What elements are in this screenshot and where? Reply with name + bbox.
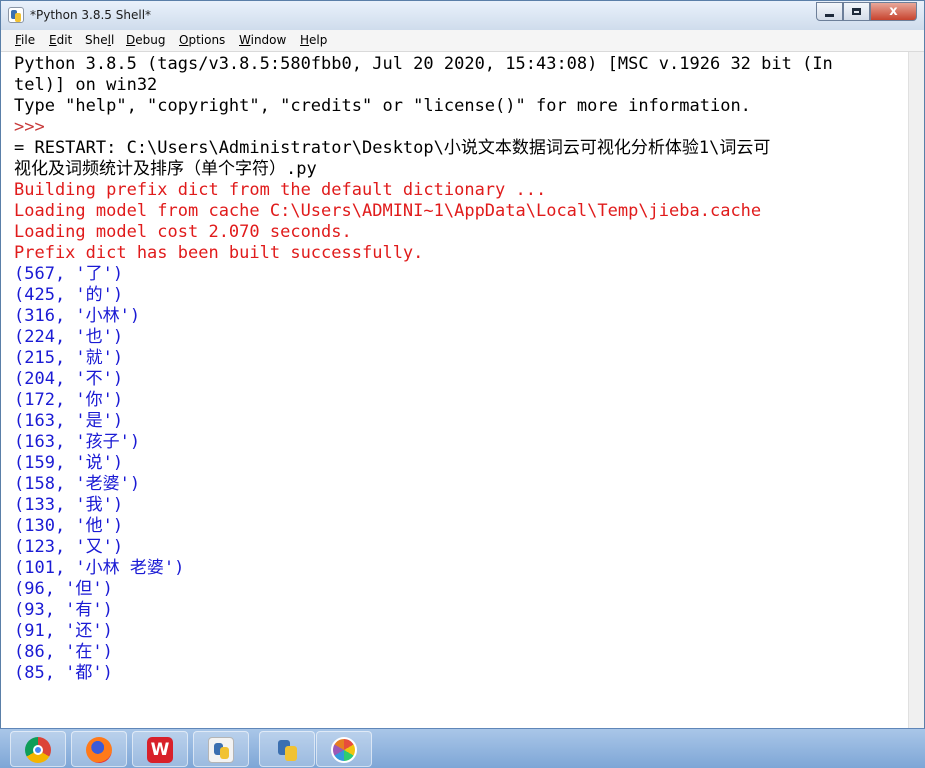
menu-shell[interactable]: Shell <box>85 33 114 47</box>
idle-shell-window: *Python 3.8.5 Shell* x File Edit Shell D… <box>0 0 925 728</box>
menu-file[interactable]: File <box>15 33 35 47</box>
shell-line: Building prefix dict from the default di… <box>14 180 547 200</box>
shell-line: (130, '他') <box>14 516 124 536</box>
shell-line: (567, '了') <box>14 264 124 284</box>
shell-line: (316, '小林') <box>14 306 141 326</box>
menu-bar: File Edit Shell Debug Options Window Hel… <box>1 30 924 52</box>
taskbar-chrome-button[interactable] <box>10 731 66 767</box>
shell-line: Python 3.8.5 (tags/v3.8.5:580fbb0, Jul 2… <box>14 54 833 74</box>
minimize-button[interactable] <box>816 2 843 21</box>
close-icon: x <box>889 4 898 19</box>
shell-line: 视化及词频统计及排序（单个字符）.py <box>14 159 317 179</box>
shell-line: (163, '孩子') <box>14 432 141 452</box>
launcher-icon <box>274 737 300 763</box>
shell-line: (85, '都') <box>14 663 113 683</box>
shell-line: Type "help", "copyright", "credits" or "… <box>14 96 751 116</box>
python-icon <box>208 737 234 763</box>
taskbar-wps-button[interactable]: W <box>132 731 188 767</box>
menu-window[interactable]: Window <box>239 33 286 47</box>
shell-line: (159, '说') <box>14 453 124 473</box>
taskbar-python-button[interactable] <box>193 731 249 767</box>
pinwheel-icon <box>331 737 357 763</box>
shell-line: >>> <box>14 117 55 137</box>
python-idle-icon <box>8 7 24 23</box>
shell-line: (96, '但') <box>14 579 113 599</box>
taskbar-pinwheel-button[interactable] <box>316 731 372 767</box>
shell-line: (163, '是') <box>14 411 124 431</box>
maximize-button[interactable] <box>843 2 870 21</box>
shell-line: Loading model from cache C:\Users\ADMINI… <box>14 201 762 221</box>
menu-options[interactable]: Options <box>179 33 225 47</box>
shell-output: Python 3.8.5 (tags/v3.8.5:580fbb0, Jul 2… <box>14 54 833 684</box>
title-bar[interactable]: *Python 3.8.5 Shell* x <box>1 1 924 31</box>
maximize-icon <box>852 8 861 15</box>
shell-line: (133, '我') <box>14 495 124 515</box>
shell-line: Loading model cost 2.070 seconds. <box>14 222 352 242</box>
shell-line: (224, '也') <box>14 327 124 347</box>
shell-line: (123, '又') <box>14 537 124 557</box>
vertical-scrollbar[interactable] <box>908 52 924 728</box>
shell-line: (101, '小林 老婆') <box>14 558 185 578</box>
menu-edit[interactable]: Edit <box>49 33 72 47</box>
shell-line: (158, '老婆') <box>14 474 141 494</box>
firefox-icon <box>86 737 112 763</box>
shell-line: (215, '就') <box>14 348 124 368</box>
window-title: *Python 3.8.5 Shell* <box>30 8 152 22</box>
shell-line: tel)] on win32 <box>14 75 158 95</box>
shell-line: = RESTART: C:\Users\Administrator\Deskto… <box>14 138 771 158</box>
shell-line: (204, '不') <box>14 369 124 389</box>
chrome-icon <box>25 737 51 763</box>
taskbar-firefox-button[interactable] <box>71 731 127 767</box>
wps-icon: W <box>147 737 173 763</box>
menu-help[interactable]: Help <box>300 33 327 47</box>
menu-debug[interactable]: Debug <box>126 33 165 47</box>
shell-line: (91, '还') <box>14 621 113 641</box>
shell-line: (86, '在') <box>14 642 113 662</box>
shell-line: (93, '有') <box>14 600 113 620</box>
shell-line: (425, '的') <box>14 285 124 305</box>
shell-line: Prefix dict has been built successfully. <box>14 243 424 263</box>
taskbar: W <box>0 728 925 768</box>
minimize-icon <box>825 13 834 17</box>
taskbar-python-launcher-button[interactable] <box>259 731 315 767</box>
shell-line: (172, '你') <box>14 390 124 410</box>
close-button[interactable]: x <box>870 2 917 21</box>
shell-text-area[interactable]: Python 3.8.5 (tags/v3.8.5:580fbb0, Jul 2… <box>1 52 908 728</box>
